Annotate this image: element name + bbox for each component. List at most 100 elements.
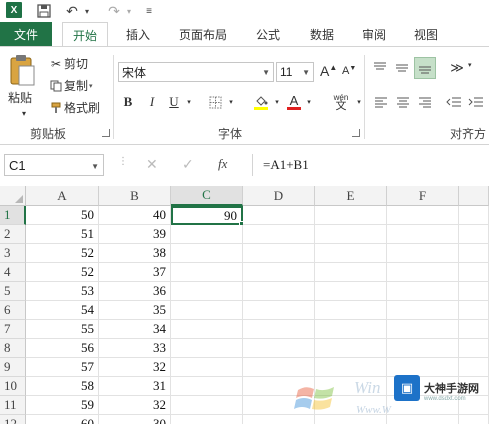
cell[interactable] — [171, 282, 243, 301]
shrink-font-button[interactable]: A ▼ — [342, 65, 356, 78]
cell[interactable] — [315, 358, 387, 377]
column-header-g[interactable] — [459, 186, 489, 206]
cut-button[interactable]: ✂ 剪切 — [48, 55, 88, 72]
name-box-dropdown-icon[interactable]: ▼ — [91, 162, 99, 171]
row-header[interactable]: 8 — [0, 339, 26, 358]
cell[interactable] — [459, 206, 489, 225]
row-header[interactable]: 11 — [0, 396, 26, 415]
align-left-icon[interactable] — [372, 93, 390, 111]
cell[interactable]: 52 — [26, 263, 99, 282]
column-header-b[interactable]: B — [99, 186, 171, 206]
cancel-icon[interactable]: ✕ — [146, 156, 158, 173]
cell[interactable]: 36 — [99, 282, 171, 301]
row-header[interactable]: 6 — [0, 301, 26, 320]
cell[interactable]: 32 — [99, 396, 171, 415]
font-name-combo[interactable]: 宋体 ▼ — [118, 62, 274, 82]
orientation-dropdown-icon[interactable]: ▾ — [468, 61, 472, 69]
cell[interactable]: 32 — [99, 358, 171, 377]
cell[interactable] — [387, 301, 459, 320]
cell[interactable] — [387, 415, 459, 424]
cell[interactable] — [171, 244, 243, 263]
tab-view[interactable]: 视图 — [406, 22, 446, 46]
cell[interactable] — [171, 377, 243, 396]
tab-home[interactable]: 开始 — [62, 22, 108, 47]
cell[interactable] — [315, 225, 387, 244]
increase-indent-icon[interactable] — [466, 93, 486, 111]
cell[interactable] — [315, 320, 387, 339]
row-header[interactable]: 9 — [0, 358, 26, 377]
cell[interactable]: 39 — [99, 225, 171, 244]
column-header-f[interactable]: F — [387, 186, 459, 206]
decrease-indent-icon[interactable] — [444, 93, 464, 111]
row-header[interactable]: 1 — [0, 206, 26, 225]
font-color-dropdown-icon[interactable]: ▾ — [304, 93, 314, 111]
cell[interactable]: 52 — [26, 244, 99, 263]
cell[interactable]: 53 — [26, 282, 99, 301]
enter-icon[interactable]: ✓ — [182, 156, 194, 173]
cell[interactable]: 51 — [26, 225, 99, 244]
align-top-icon[interactable] — [370, 59, 390, 77]
select-all-button[interactable] — [0, 186, 26, 206]
cell[interactable]: 34 — [99, 320, 171, 339]
active-cell[interactable]: 90 — [171, 206, 243, 225]
row-header[interactable]: 5 — [0, 282, 26, 301]
paste-dropdown-icon[interactable]: ▾ — [22, 109, 26, 118]
column-header-d[interactable]: D — [243, 186, 315, 206]
tab-insert[interactable]: 插入 — [118, 22, 158, 46]
paste-button[interactable]: 粘贴 — [8, 89, 32, 106]
row-header[interactable]: 4 — [0, 263, 26, 282]
cell[interactable] — [243, 244, 315, 263]
cell[interactable]: 37 — [99, 263, 171, 282]
undo-icon[interactable]: ↶ — [62, 2, 82, 20]
cell[interactable] — [171, 415, 243, 424]
column-header-c[interactable]: C — [171, 186, 243, 206]
cell[interactable]: 58 — [26, 377, 99, 396]
insert-function-icon[interactable]: fx — [218, 156, 227, 172]
cell[interactable]: 57 — [26, 358, 99, 377]
cell[interactable] — [459, 415, 489, 424]
cell[interactable] — [459, 263, 489, 282]
font-color-icon[interactable]: A — [286, 93, 302, 111]
tab-formulas[interactable]: 公式 — [248, 22, 288, 46]
cell[interactable]: 33 — [99, 339, 171, 358]
row-header[interactable]: 2 — [0, 225, 26, 244]
cell[interactable] — [243, 282, 315, 301]
cell[interactable] — [387, 244, 459, 263]
save-icon[interactable] — [34, 2, 54, 20]
redo-dropdown-icon[interactable]: ▾ — [124, 2, 134, 20]
tab-data[interactable]: 数据 — [302, 22, 342, 46]
underline-button[interactable]: U — [166, 93, 182, 111]
cell[interactable] — [459, 320, 489, 339]
italic-button[interactable]: I — [144, 93, 160, 111]
row-header[interactable]: 12 — [0, 415, 26, 424]
cell[interactable] — [315, 415, 387, 424]
cell[interactable] — [459, 358, 489, 377]
cell[interactable]: 38 — [99, 244, 171, 263]
tab-page-layout[interactable]: 页面布局 — [170, 22, 236, 46]
undo-dropdown-icon[interactable]: ▾ — [82, 2, 92, 20]
cell[interactable] — [171, 320, 243, 339]
fill-color-icon[interactable] — [252, 93, 270, 111]
font-size-combo[interactable]: 11 ▼ — [276, 62, 314, 82]
column-header-a[interactable]: A — [26, 186, 99, 206]
cell[interactable] — [315, 244, 387, 263]
phonetic-dropdown-icon[interactable]: ▾ — [354, 93, 364, 111]
cell[interactable] — [243, 225, 315, 244]
align-middle-icon[interactable] — [392, 59, 412, 77]
cell[interactable] — [315, 339, 387, 358]
cell[interactable] — [315, 263, 387, 282]
cell[interactable] — [243, 415, 315, 424]
cell[interactable] — [459, 339, 489, 358]
cell[interactable] — [387, 282, 459, 301]
cell[interactable]: 59 — [26, 396, 99, 415]
cell[interactable] — [387, 339, 459, 358]
cell[interactable] — [171, 396, 243, 415]
cell[interactable] — [459, 244, 489, 263]
bold-button[interactable]: B — [120, 93, 136, 111]
cell[interactable] — [171, 225, 243, 244]
cell[interactable] — [243, 206, 315, 225]
cell[interactable] — [387, 320, 459, 339]
underline-dropdown-icon[interactable]: ▾ — [184, 93, 194, 111]
align-bottom-icon[interactable] — [414, 57, 436, 79]
copy-dropdown-icon[interactable]: ▾ — [89, 82, 93, 90]
